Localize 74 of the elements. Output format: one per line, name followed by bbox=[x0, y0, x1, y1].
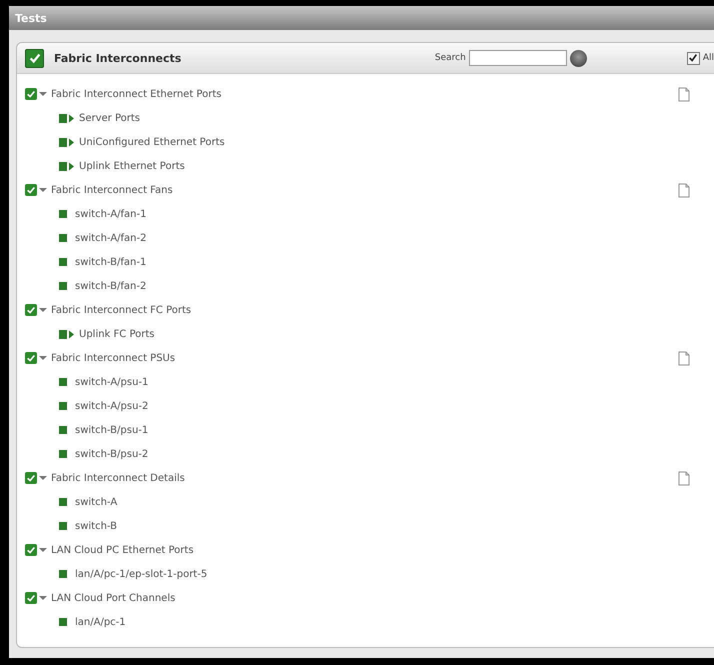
square-icon bbox=[59, 618, 67, 626]
checkbox[interactable] bbox=[25, 352, 37, 364]
tree-item[interactable]: switch-A/fan-1 bbox=[75, 208, 146, 220]
group-label[interactable]: Fabric Interconnect FC Ports bbox=[51, 304, 192, 316]
square-icon bbox=[59, 522, 67, 530]
square-icon bbox=[59, 426, 67, 434]
check-icon bbox=[26, 593, 36, 603]
document-icon[interactable] bbox=[678, 182, 690, 198]
square-icon bbox=[59, 234, 67, 242]
tree-item[interactable]: lan/A/pc-1/ep-slot-1-port-5 bbox=[75, 568, 208, 580]
document-icon[interactable] bbox=[678, 350, 690, 366]
tree-item[interactable]: switch-B/psu-1 bbox=[75, 424, 148, 436]
document-icon[interactable] bbox=[678, 86, 690, 102]
tree-item[interactable]: switch-B bbox=[75, 520, 118, 532]
window-title: Tests bbox=[15, 12, 47, 24]
tree-item[interactable]: switch-A/fan-2 bbox=[75, 232, 146, 244]
check-icon bbox=[26, 89, 36, 99]
checkbox[interactable] bbox=[25, 48, 44, 68]
square-arrow-icon bbox=[59, 162, 75, 170]
square-icon bbox=[59, 402, 67, 410]
square-icon bbox=[59, 210, 67, 218]
checkbox[interactable] bbox=[25, 472, 37, 484]
group-label[interactable]: Fabric Interconnect PSUs bbox=[51, 352, 176, 364]
tree-item[interactable]: switch-B/fan-1 bbox=[75, 256, 146, 268]
check-icon bbox=[28, 51, 42, 65]
panel-title: Fabric Interconnects bbox=[54, 52, 182, 64]
square-icon bbox=[59, 378, 67, 386]
check-icon bbox=[26, 305, 36, 315]
checkbox[interactable] bbox=[25, 88, 37, 100]
caret-icon[interactable] bbox=[39, 594, 47, 602]
group-label[interactable]: Fabric Interconnect Ethernet Ports bbox=[51, 88, 222, 100]
check-icon bbox=[26, 353, 36, 363]
caret-icon[interactable] bbox=[39, 474, 47, 482]
square-icon bbox=[59, 570, 67, 578]
tree-item[interactable]: UniConfigured Ethernet Ports bbox=[79, 136, 225, 148]
square-icon bbox=[59, 450, 67, 458]
square-icon bbox=[59, 282, 67, 290]
caret-icon[interactable] bbox=[39, 90, 47, 98]
tree-item[interactable]: Server Ports bbox=[79, 112, 140, 124]
tree-item[interactable]: Uplink Ethernet Ports bbox=[79, 160, 185, 172]
square-icon bbox=[59, 498, 67, 506]
check-icon bbox=[26, 473, 36, 483]
caret-icon[interactable] bbox=[39, 546, 47, 554]
tree-item[interactable]: switch-B/fan-2 bbox=[75, 280, 146, 292]
group-label[interactable]: LAN Cloud PC Ethernet Ports bbox=[51, 544, 194, 556]
check-icon bbox=[26, 545, 36, 555]
document-icon[interactable] bbox=[678, 470, 690, 486]
check-icon bbox=[26, 185, 36, 195]
square-arrow-icon bbox=[59, 114, 75, 122]
caret-icon[interactable] bbox=[39, 354, 47, 362]
group-label[interactable]: Fabric Interconnect Fans bbox=[51, 184, 173, 196]
tree-item[interactable]: switch-A/psu-1 bbox=[75, 376, 148, 388]
all-label: All bbox=[702, 53, 714, 63]
check-icon bbox=[688, 53, 698, 63]
tree-item[interactable]: switch-B/psu-2 bbox=[75, 448, 148, 460]
checkbox[interactable] bbox=[686, 52, 700, 64]
tree-item[interactable]: switch-A bbox=[75, 496, 118, 508]
square-arrow-icon bbox=[59, 330, 75, 338]
search-button[interactable] bbox=[570, 50, 587, 66]
checkbox[interactable] bbox=[25, 592, 37, 604]
caret-icon[interactable] bbox=[39, 186, 47, 194]
checkbox[interactable] bbox=[25, 544, 37, 556]
tree-item[interactable]: switch-A/psu-2 bbox=[75, 400, 148, 412]
checkbox[interactable] bbox=[25, 304, 37, 316]
square-arrow-icon bbox=[59, 138, 75, 146]
tree-item[interactable]: lan/A/pc-1 bbox=[75, 616, 126, 628]
checkbox[interactable] bbox=[25, 184, 37, 196]
search-field[interactable] bbox=[468, 50, 567, 66]
group-label[interactable]: Fabric Interconnect Details bbox=[51, 472, 185, 484]
square-icon bbox=[59, 258, 67, 266]
tree-item[interactable]: Uplink FC Ports bbox=[79, 328, 154, 340]
group-label[interactable]: LAN Cloud Port Channels bbox=[51, 592, 176, 604]
search-label: Search bbox=[434, 53, 466, 63]
caret-icon[interactable] bbox=[39, 306, 47, 314]
